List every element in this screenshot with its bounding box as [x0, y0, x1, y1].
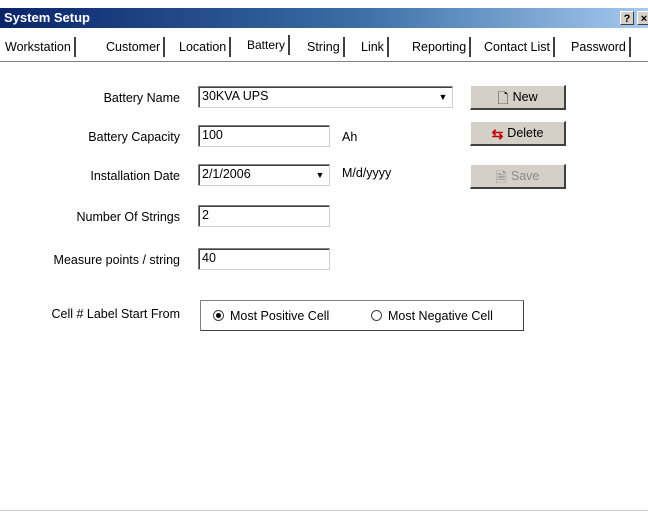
- new-document-icon: 🗋: [497, 89, 509, 106]
- battery-name-label: Battery Name: [103, 91, 180, 105]
- tab-battery[interactable]: Battery: [244, 35, 291, 55]
- cell-label-start-group: Most Positive Cell Most Negative Cell: [200, 300, 524, 331]
- radio-most-negative[interactable]: Most Negative Cell: [371, 309, 493, 323]
- tab-location[interactable]: Location: [176, 37, 232, 57]
- tab-link[interactable]: Link: [358, 37, 389, 57]
- battery-capacity-label: Battery Capacity: [88, 130, 180, 144]
- radio-most-positive[interactable]: Most Positive Cell: [213, 309, 329, 323]
- help-button[interactable]: ?: [620, 11, 634, 25]
- tab-reporting[interactable]: Reporting: [409, 37, 472, 57]
- save-icon: 🗎: [495, 168, 507, 185]
- installation-date-value: 2/1/2006: [202, 167, 251, 181]
- measure-points-input[interactable]: 40: [198, 248, 330, 270]
- bottom-divider: [0, 510, 648, 511]
- number-of-strings-input[interactable]: 2: [198, 205, 330, 227]
- battery-name-value: 30KVA UPS: [202, 89, 269, 103]
- delete-button[interactable]: ⇆ Delete: [470, 121, 566, 146]
- title-bar: System Setup ? ×: [0, 8, 648, 28]
- capacity-unit: Ah: [342, 130, 358, 144]
- tab-password[interactable]: Password: [568, 37, 631, 57]
- window-title: System Setup: [4, 10, 90, 25]
- battery-capacity-input[interactable]: 100: [198, 125, 330, 147]
- cell-label-start-label: Cell # Label Start From: [51, 307, 180, 321]
- measure-points-label: Measure points / string: [53, 253, 180, 267]
- chevron-down-icon[interactable]: ▼: [312, 166, 328, 184]
- tab-bar: Workstation Customer Location Battery St…: [0, 28, 648, 62]
- tab-workstation[interactable]: Workstation: [2, 37, 76, 57]
- installation-date-label: Installation Date: [90, 169, 180, 183]
- radio-unselected-icon[interactable]: [371, 310, 382, 321]
- tab-string[interactable]: String: [304, 37, 345, 57]
- radio-selected-icon[interactable]: [213, 310, 224, 321]
- tab-contact-list[interactable]: Contact List: [481, 37, 556, 57]
- chevron-down-icon[interactable]: ▼: [435, 88, 451, 106]
- date-format-hint: M/d/yyyy: [342, 166, 392, 180]
- save-button[interactable]: 🗎 Save: [470, 164, 566, 189]
- tab-customer[interactable]: Customer: [103, 37, 166, 57]
- number-of-strings-label: Number Of Strings: [76, 210, 180, 224]
- delete-icon: ⇆: [491, 125, 504, 142]
- new-button[interactable]: 🗋 New: [470, 85, 566, 110]
- battery-name-combo[interactable]: 30KVA UPS ▼: [198, 86, 453, 108]
- installation-date-picker[interactable]: 2/1/2006 ▼: [198, 164, 330, 186]
- close-button[interactable]: ×: [637, 11, 648, 25]
